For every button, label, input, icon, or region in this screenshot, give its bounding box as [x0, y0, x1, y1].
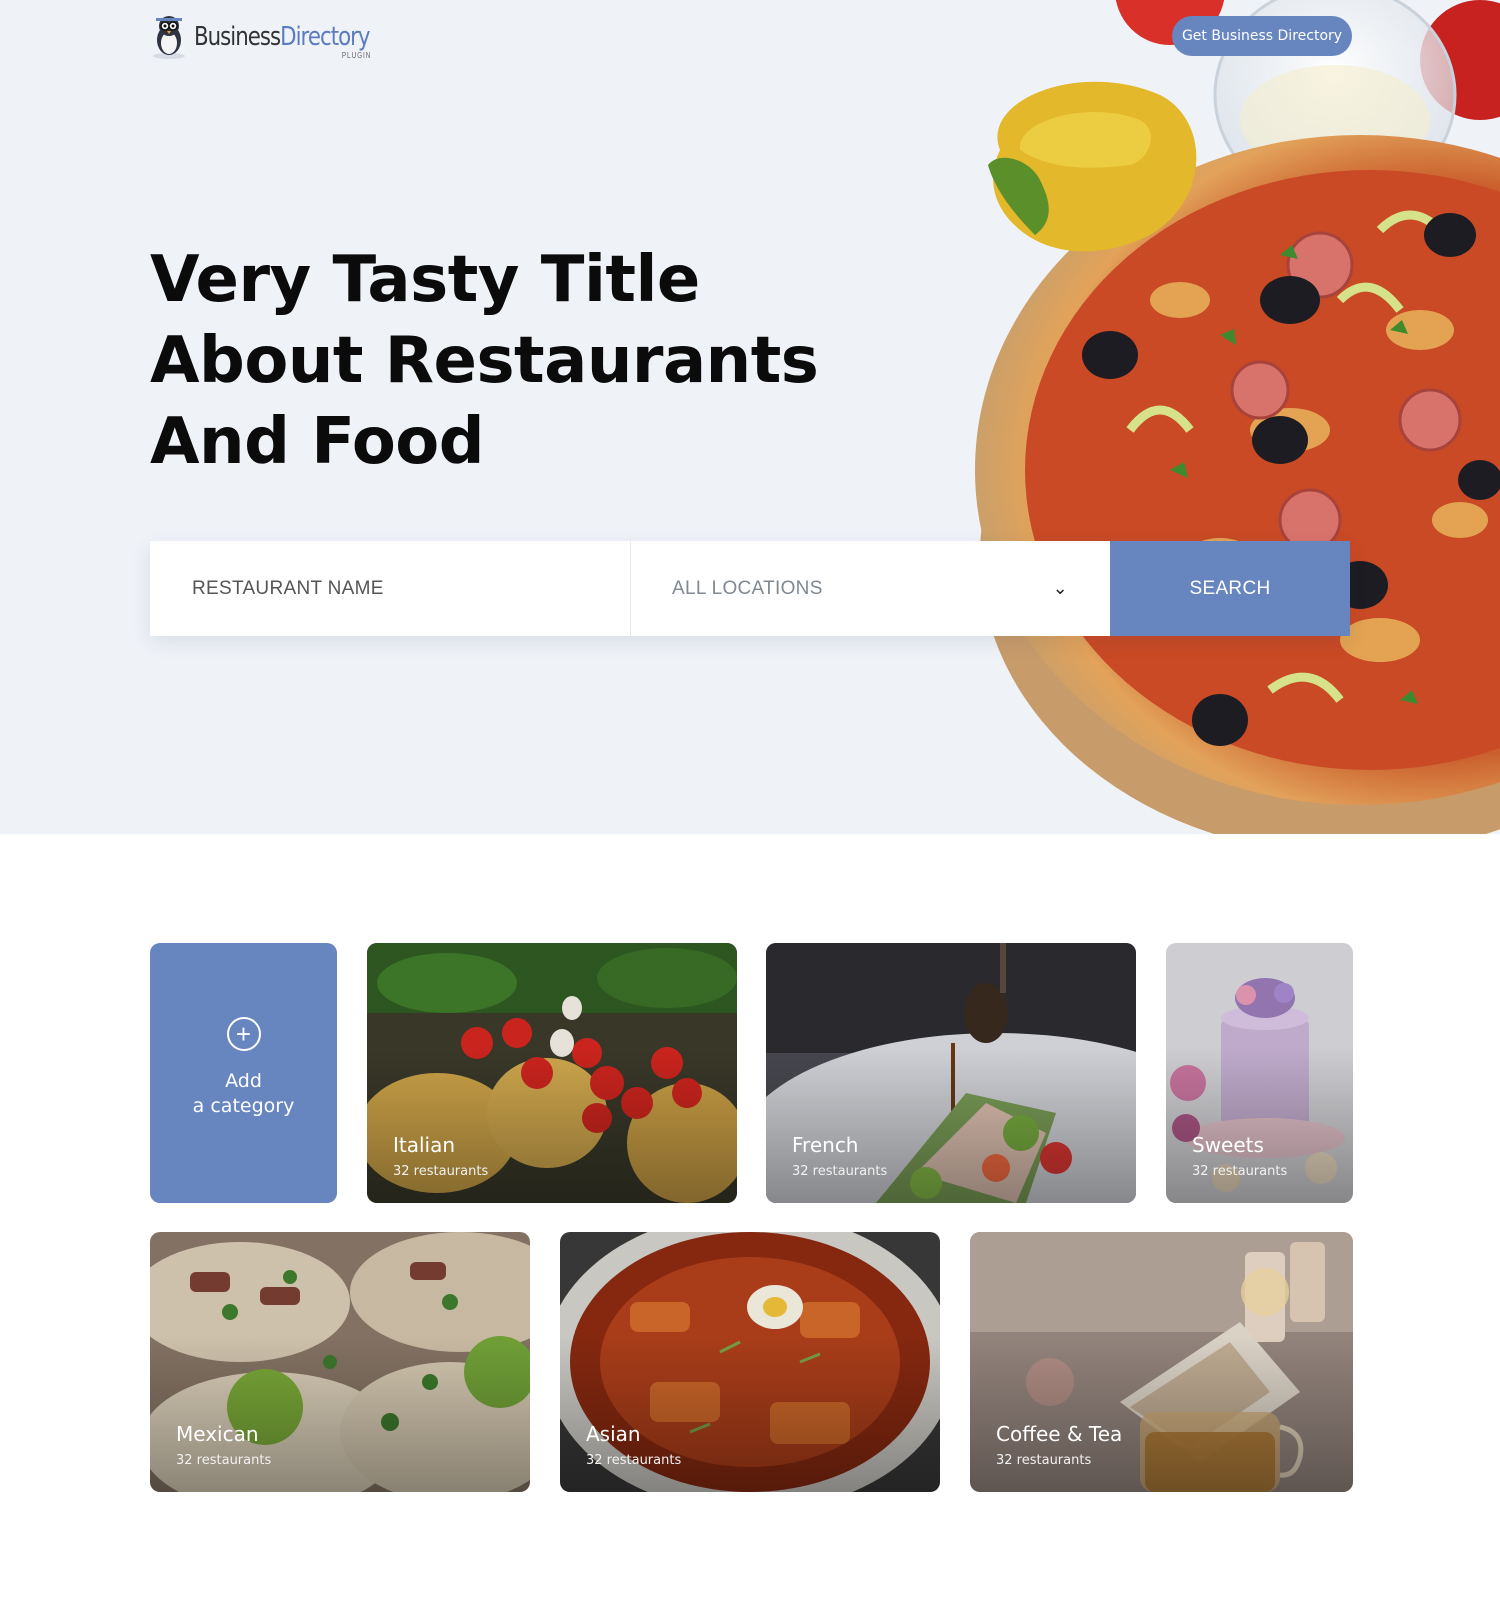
category-tile-sweets[interactable]: Sweets 32 restaurants — [1166, 943, 1353, 1203]
location-select-value: ALL LOCATIONS — [672, 577, 823, 599]
pizza-hero-image — [975, 0, 1500, 834]
restaurant-name-input[interactable]: RESTAURANT NAME — [150, 541, 631, 636]
hero-title-line-3: And Food — [150, 405, 485, 479]
logo-sub-text: PLUGIN — [341, 51, 372, 60]
add-category-tile[interactable]: + Add a category — [150, 943, 337, 1203]
category-name: Mexican — [176, 1422, 259, 1446]
category-tile-coffee-tea[interactable]: Coffee & Tea 32 restaurants — [970, 1232, 1353, 1492]
category-name: Sweets — [1192, 1133, 1264, 1157]
hero-section: BusinessDirectory PLUGIN Get Business Di… — [0, 0, 1500, 834]
penguin-mascot-icon — [153, 16, 185, 59]
category-tile-french[interactable]: French 32 restaurants — [766, 943, 1136, 1203]
location-select[interactable]: ALL LOCATIONS ⌄ — [631, 541, 1110, 636]
search-bar: RESTAURANT NAME ALL LOCATIONS ⌄ SEARCH — [150, 541, 1350, 636]
chevron-down-icon: ⌄ — [1052, 578, 1068, 598]
add-category-label-line-1: Add — [225, 1070, 262, 1092]
hero-title-line-1: Very Tasty Title — [150, 243, 700, 317]
category-tile-italian[interactable]: Italian 32 restaurants — [367, 943, 737, 1203]
logo-wordmark: BusinessDirectory PLUGIN — [194, 22, 371, 60]
business-directory-logo[interactable]: BusinessDirectory PLUGIN — [150, 14, 408, 60]
add-category-label-line-2: a category — [192, 1095, 295, 1117]
category-count: 32 restaurants — [176, 1453, 272, 1468]
category-count: 32 restaurants — [1192, 1164, 1288, 1179]
search-button[interactable]: SEARCH — [1110, 541, 1350, 636]
hero-title: Very Tasty Title About Restaurants And F… — [150, 240, 819, 483]
logo-accent-text: Directory — [280, 22, 370, 52]
category-name: Asian — [586, 1422, 641, 1446]
category-count: 32 restaurants — [792, 1164, 888, 1179]
category-tile-mexican[interactable]: Mexican 32 restaurants — [150, 1232, 530, 1492]
category-count: 32 restaurants — [393, 1164, 489, 1179]
hero-title-line-2: About Restaurants — [150, 324, 819, 398]
get-business-directory-button[interactable]: Get Business Directory — [1172, 16, 1352, 56]
plus-circle-icon: + — [226, 1017, 261, 1051]
category-name: Italian — [393, 1133, 456, 1157]
logo-primary-text: Business — [194, 22, 281, 52]
category-name: French — [792, 1133, 859, 1157]
category-tile-asian[interactable]: Asian 32 restaurants — [560, 1232, 940, 1492]
category-count: 32 restaurants — [586, 1453, 682, 1468]
category-name: Coffee & Tea — [996, 1422, 1123, 1446]
category-count: 32 restaurants — [996, 1453, 1092, 1468]
